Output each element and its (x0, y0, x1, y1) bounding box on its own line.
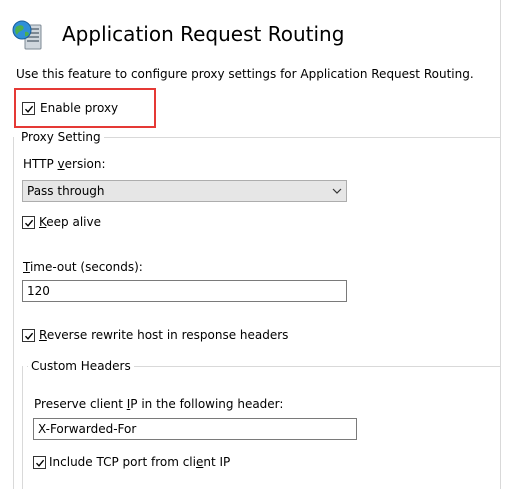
preserve-ip-input[interactable] (33, 418, 357, 440)
checkmark-icon (24, 219, 33, 227)
globe-server-icon (12, 19, 46, 53)
enable-proxy-checkbox[interactable] (22, 102, 35, 115)
enable-proxy-label[interactable]: Enable proxy (40, 101, 118, 115)
keep-alive-checkbox[interactable] (22, 216, 35, 229)
include-tcp-port-label[interactable]: Include TCP port from client IP (49, 455, 230, 469)
http-version-select[interactable]: Pass through (22, 180, 347, 202)
proxy-setting-group-title: Proxy Setting (18, 130, 104, 144)
timeout-input[interactable] (22, 280, 347, 302)
proxy-setting-group-left-line (13, 137, 14, 489)
chevron-down-icon (328, 188, 346, 194)
checkmark-icon (24, 332, 33, 340)
page-description: Use this feature to configure proxy sett… (16, 67, 474, 81)
page-right-border (500, 0, 501, 489)
http-version-label: HTTP version: (23, 157, 106, 171)
http-version-value: Pass through (27, 184, 105, 198)
include-tcp-port-checkbox[interactable] (33, 456, 46, 469)
checkmark-icon (24, 105, 33, 113)
preserve-ip-label: Preserve client IP in the following head… (34, 397, 284, 411)
reverse-rewrite-label[interactable]: Reverse rewrite host in response headers (39, 328, 288, 342)
page-title: Application Request Routing (62, 22, 345, 46)
reverse-rewrite-checkbox[interactable] (22, 329, 35, 342)
custom-headers-group-left-line (22, 366, 23, 489)
custom-headers-group-title: Custom Headers (28, 359, 134, 373)
checkmark-icon (35, 459, 44, 467)
timeout-label: Time-out (seconds): (23, 260, 143, 274)
keep-alive-label[interactable]: Keep alive (39, 215, 101, 229)
